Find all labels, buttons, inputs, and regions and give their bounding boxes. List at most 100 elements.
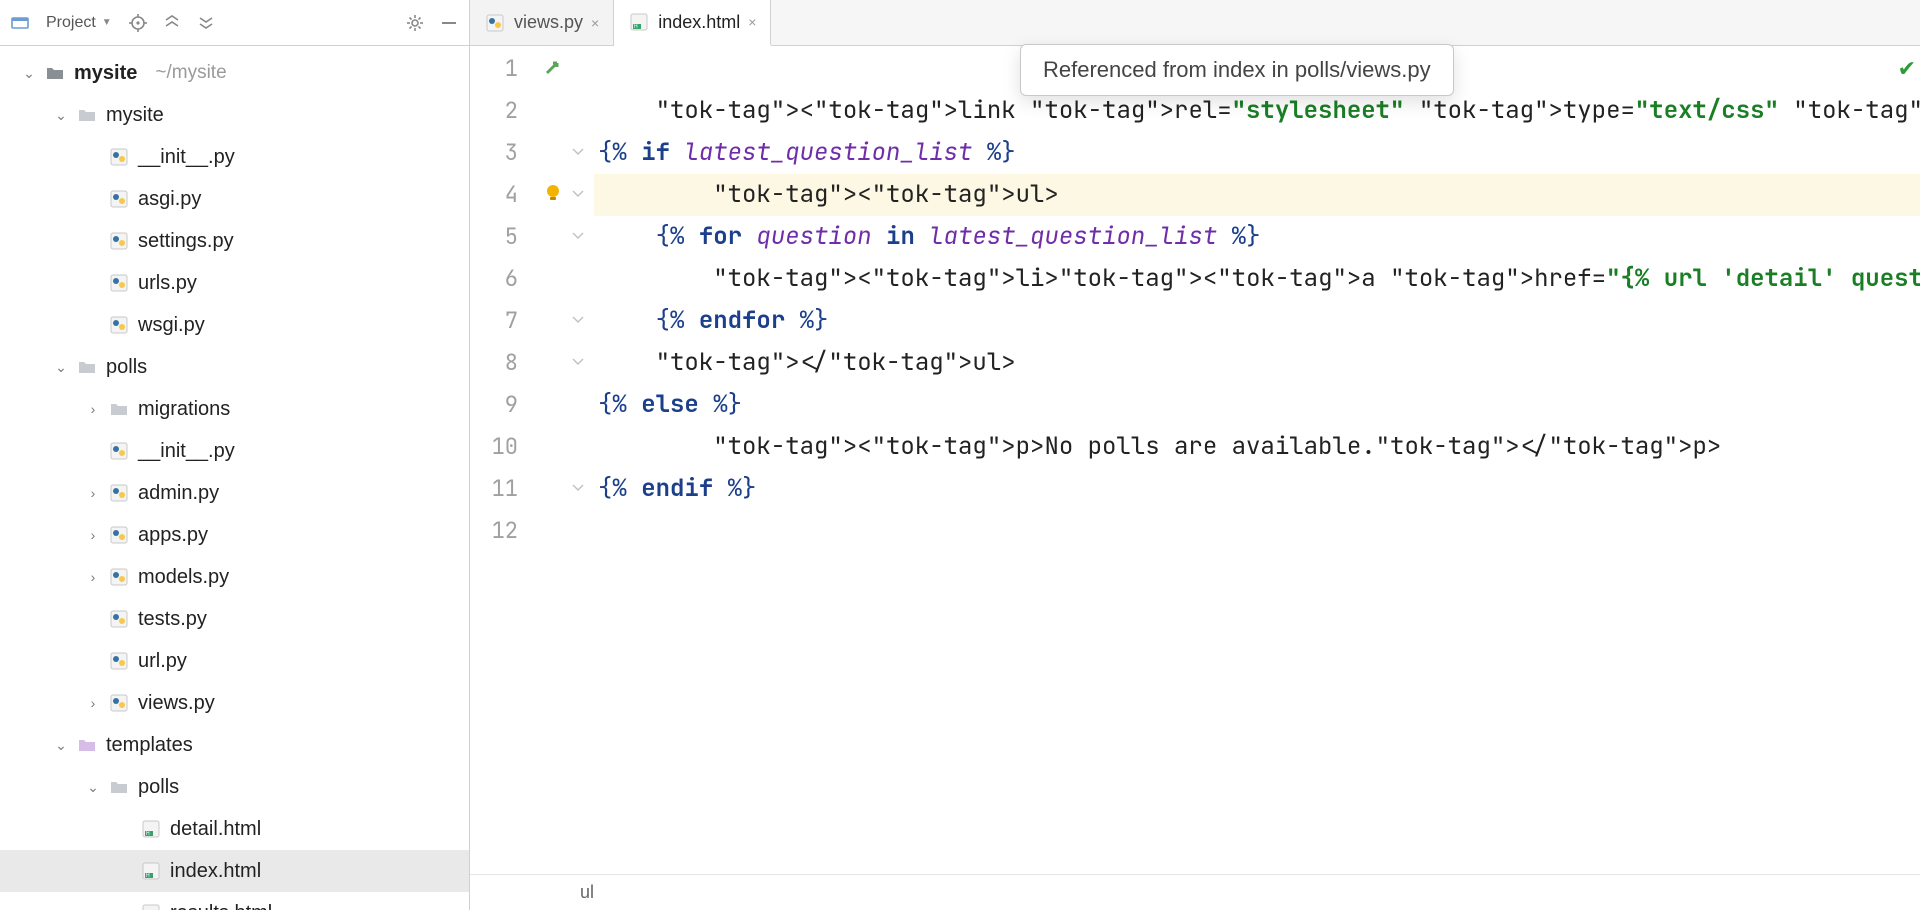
tree-item[interactable]: ·urls.py: [0, 262, 469, 304]
tree-item[interactable]: › models.py: [0, 556, 469, 598]
tree-item-label: tests.py: [138, 608, 207, 631]
folder-purple-icon: [76, 734, 98, 756]
chevron-right-icon[interactable]: ›: [86, 527, 100, 543]
project-view-icon[interactable]: [6, 9, 34, 37]
tree-item[interactable]: ›migrations: [0, 388, 469, 430]
html-icon: H: [140, 818, 162, 840]
tree-item[interactable]: ›views.py: [0, 682, 469, 724]
line-number[interactable]: 7: [470, 300, 536, 342]
chevron-down-icon[interactable]: ⌄: [54, 107, 68, 124]
chevron-right-icon[interactable]: ›: [86, 401, 100, 417]
tree-item-label: models.py: [138, 566, 229, 589]
gutter-marks: [536, 46, 570, 874]
tree-item[interactable]: ·url.py: [0, 640, 469, 682]
line-number[interactable]: 1: [470, 48, 536, 90]
reference-tooltip: Referenced from index in polls/views.py: [1020, 44, 1454, 96]
editor-tab[interactable]: Hindex.html×: [614, 0, 771, 46]
tree-item[interactable]: ⌄ polls: [0, 766, 469, 808]
line-number[interactable]: 5: [470, 216, 536, 258]
tree-item-label: settings.py: [138, 230, 234, 253]
line-number-gutter[interactable]: 123456789101112: [470, 46, 536, 874]
code-line[interactable]: [594, 510, 1920, 552]
line-number[interactable]: 10: [470, 426, 536, 468]
code-line[interactable]: {% endfor %}: [594, 300, 1920, 342]
tree-item[interactable]: ·Hdetail.html: [0, 808, 469, 850]
fold-handle-icon[interactable]: [572, 482, 586, 496]
editor-tab-bar: views.py×Hindex.html×: [470, 0, 1920, 46]
breadcrumb-item[interactable]: ul: [580, 882, 594, 903]
py-icon: [108, 230, 130, 252]
tree-item[interactable]: ·Hresults.html: [0, 892, 469, 910]
chevron-down-icon[interactable]: ⌄: [54, 737, 68, 754]
folder-icon: [76, 356, 98, 378]
fold-handle-icon[interactable]: [572, 188, 586, 202]
chevron-right-icon[interactable]: ›: [86, 569, 100, 585]
fold-handle-icon[interactable]: [572, 314, 586, 328]
inspection-strip[interactable]: ✔: [1902, 46, 1920, 874]
line-number[interactable]: 4: [470, 174, 536, 216]
svg-text:H: H: [634, 24, 638, 30]
close-icon[interactable]: ×: [748, 14, 756, 30]
tree-item[interactable]: ·__init__.py: [0, 430, 469, 472]
line-number[interactable]: 12: [470, 510, 536, 552]
code-line[interactable]: "tok-tag"><"tok-tag">ul>: [594, 174, 1920, 216]
chevron-down-icon: ▼: [102, 17, 112, 28]
tree-item[interactable]: ·asgi.py: [0, 178, 469, 220]
code-line[interactable]: "tok-tag"></"tok-tag">ul>: [594, 342, 1920, 384]
fold-handle-icon[interactable]: [572, 146, 586, 160]
tree-item[interactable]: ⌄polls: [0, 346, 469, 388]
tree-item-label: polls: [138, 776, 179, 799]
tree-item[interactable]: ·tests.py: [0, 598, 469, 640]
py-icon: [108, 272, 130, 294]
code-editor[interactable]: "tok-tag"><"tok-tag">link "tok-tag">rel=…: [594, 46, 1920, 874]
tree-item-label: results.html: [170, 902, 272, 910]
chevron-down-icon[interactable]: ⌄: [54, 359, 68, 376]
fold-handle-icon[interactable]: [572, 356, 586, 370]
code-line[interactable]: {% for question in latest_question_list …: [594, 216, 1920, 258]
tree-item[interactable]: ›apps.py: [0, 514, 469, 556]
tree-item[interactable]: ⌄mysite: [0, 94, 469, 136]
line-number[interactable]: 8: [470, 342, 536, 384]
line-number[interactable]: 3: [470, 132, 536, 174]
code-line[interactable]: {% if latest_question_list %}: [594, 132, 1920, 174]
code-line[interactable]: "tok-tag"><"tok-tag">li>"tok-tag"><"tok-…: [594, 258, 1920, 300]
code-line[interactable]: {% endif %}: [594, 468, 1920, 510]
tree-item[interactable]: ›admin.py: [0, 472, 469, 514]
close-icon[interactable]: ×: [591, 15, 599, 31]
chevron-down-icon[interactable]: ⌄: [86, 779, 100, 796]
editor-tab[interactable]: views.py×: [470, 0, 614, 45]
breadcrumb-bar[interactable]: ul: [470, 874, 1920, 910]
gear-icon[interactable]: [401, 9, 429, 37]
line-number[interactable]: 6: [470, 258, 536, 300]
intention-bulb-icon[interactable]: [540, 180, 566, 206]
project-toolbar: Project ▼: [0, 0, 469, 46]
project-tree[interactable]: ⌄mysite~/mysite⌄mysite·__init__.py·asgi.…: [0, 46, 469, 910]
tree-item[interactable]: ·settings.py: [0, 220, 469, 262]
line-number[interactable]: 2: [470, 90, 536, 132]
project-dropdown[interactable]: Project ▼: [40, 14, 118, 32]
code-line[interactable]: "tok-tag"><"tok-tag">p>No polls are avai…: [594, 426, 1920, 468]
line-number[interactable]: 11: [470, 468, 536, 510]
py-icon: [108, 566, 130, 588]
chevron-right-icon[interactable]: ›: [86, 485, 100, 501]
tree-item[interactable]: ⌄mysite~/mysite: [0, 52, 469, 94]
hide-icon[interactable]: [435, 9, 463, 37]
tree-item[interactable]: ·__init__.py: [0, 136, 469, 178]
code-line[interactable]: {% else %}: [594, 384, 1920, 426]
expand-all-icon[interactable]: [158, 9, 186, 37]
collapse-all-icon[interactable]: [192, 9, 220, 37]
tree-item[interactable]: ·Hindex.html: [0, 850, 469, 892]
chevron-right-icon[interactable]: ›: [86, 695, 100, 711]
tree-item[interactable]: ⌄templates: [0, 724, 469, 766]
fold-column[interactable]: [570, 46, 594, 874]
tree-item[interactable]: ·wsgi.py: [0, 304, 469, 346]
locate-icon[interactable]: [124, 9, 152, 37]
chevron-down-icon[interactable]: ⌄: [22, 65, 36, 82]
editor-area: views.py×Hindex.html× Referenced from in…: [470, 0, 1920, 910]
line-number[interactable]: 9: [470, 384, 536, 426]
code-line[interactable]: "tok-tag"><"tok-tag">link "tok-tag">rel=…: [594, 90, 1920, 132]
fold-handle-icon[interactable]: [572, 230, 586, 244]
reference-mark-icon[interactable]: [540, 56, 566, 82]
tree-item-label: __init__.py: [138, 146, 235, 169]
svg-text:H: H: [146, 831, 150, 837]
